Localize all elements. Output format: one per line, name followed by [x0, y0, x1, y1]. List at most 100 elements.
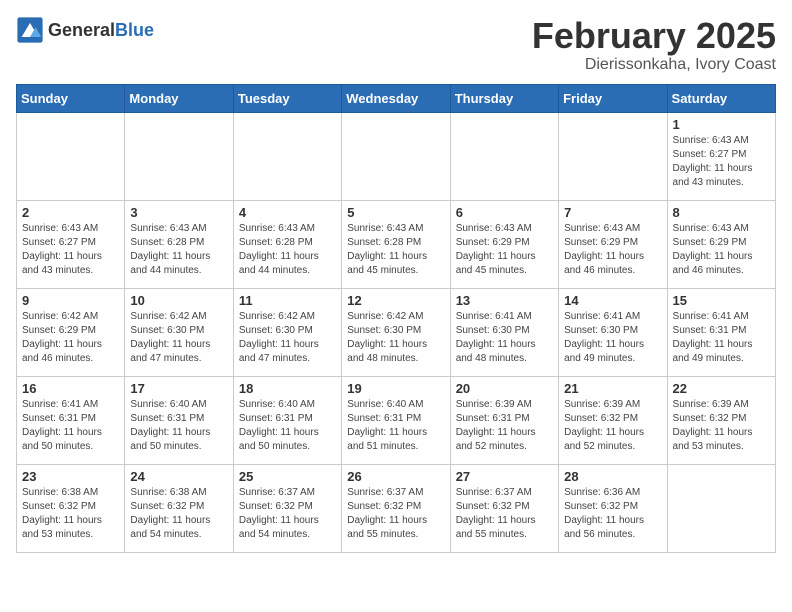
- week-row-2: 9 Sunrise: 6:42 AM Sunset: 6:29 PM Daylig…: [17, 288, 776, 376]
- calendar-cell: 11 Sunrise: 6:42 AM Sunset: 6:30 PM Dayli…: [233, 288, 341, 376]
- calendar-cell: [233, 112, 341, 200]
- day-info: Sunrise: 6:43 AM Sunset: 6:27 PM Dayligh…: [673, 134, 770, 190]
- day-info: Sunrise: 6:40 AM Sunset: 6:31 PM Dayligh…: [130, 398, 227, 454]
- day-number: 27: [456, 469, 553, 484]
- day-info: Sunrise: 6:41 AM Sunset: 6:31 PM Dayligh…: [22, 398, 119, 454]
- day-number: 20: [456, 381, 553, 396]
- day-info: Sunrise: 6:41 AM Sunset: 6:31 PM Dayligh…: [673, 310, 770, 366]
- day-number: 6: [456, 205, 553, 220]
- logo-text-blue: Blue: [115, 20, 154, 41]
- calendar-cell: 21 Sunrise: 6:39 AM Sunset: 6:32 PM Dayli…: [559, 376, 667, 464]
- week-row-0: 1 Sunrise: 6:43 AM Sunset: 6:27 PM Daylig…: [17, 112, 776, 200]
- weekday-header-row: SundayMondayTuesdayWednesdayThursdayFrid…: [17, 84, 776, 112]
- logo-text-general: General: [48, 20, 115, 41]
- calendar-cell: 22 Sunrise: 6:39 AM Sunset: 6:32 PM Dayli…: [667, 376, 775, 464]
- calendar-cell: 12 Sunrise: 6:42 AM Sunset: 6:30 PM Dayli…: [342, 288, 450, 376]
- weekday-header-sunday: Sunday: [17, 84, 125, 112]
- logo: General Blue: [16, 16, 154, 44]
- day-number: 24: [130, 469, 227, 484]
- calendar-cell: 25 Sunrise: 6:37 AM Sunset: 6:32 PM Dayli…: [233, 464, 341, 552]
- calendar-cell: [342, 112, 450, 200]
- day-info: Sunrise: 6:37 AM Sunset: 6:32 PM Dayligh…: [456, 486, 553, 542]
- day-number: 9: [22, 293, 119, 308]
- day-info: Sunrise: 6:39 AM Sunset: 6:31 PM Dayligh…: [456, 398, 553, 454]
- calendar-cell: [17, 112, 125, 200]
- calendar-cell: 28 Sunrise: 6:36 AM Sunset: 6:32 PM Dayli…: [559, 464, 667, 552]
- day-number: 4: [239, 205, 336, 220]
- day-number: 5: [347, 205, 444, 220]
- calendar-cell: 13 Sunrise: 6:41 AM Sunset: 6:30 PM Dayli…: [450, 288, 558, 376]
- day-number: 17: [130, 381, 227, 396]
- day-number: 28: [564, 469, 661, 484]
- day-info: Sunrise: 6:37 AM Sunset: 6:32 PM Dayligh…: [239, 486, 336, 542]
- day-number: 3: [130, 205, 227, 220]
- day-number: 11: [239, 293, 336, 308]
- week-row-3: 16 Sunrise: 6:41 AM Sunset: 6:31 PM Dayli…: [17, 376, 776, 464]
- calendar-cell: [450, 112, 558, 200]
- day-info: Sunrise: 6:42 AM Sunset: 6:30 PM Dayligh…: [130, 310, 227, 366]
- day-info: Sunrise: 6:41 AM Sunset: 6:30 PM Dayligh…: [456, 310, 553, 366]
- calendar-cell: 5 Sunrise: 6:43 AM Sunset: 6:28 PM Daylig…: [342, 200, 450, 288]
- day-info: Sunrise: 6:42 AM Sunset: 6:30 PM Dayligh…: [239, 310, 336, 366]
- calendar-cell: 4 Sunrise: 6:43 AM Sunset: 6:28 PM Daylig…: [233, 200, 341, 288]
- calendar-cell: 24 Sunrise: 6:38 AM Sunset: 6:32 PM Dayli…: [125, 464, 233, 552]
- calendar-cell: 7 Sunrise: 6:43 AM Sunset: 6:29 PM Daylig…: [559, 200, 667, 288]
- weekday-header-saturday: Saturday: [667, 84, 775, 112]
- day-info: Sunrise: 6:42 AM Sunset: 6:29 PM Dayligh…: [22, 310, 119, 366]
- calendar-cell: 27 Sunrise: 6:37 AM Sunset: 6:32 PM Dayli…: [450, 464, 558, 552]
- calendar-cell: 1 Sunrise: 6:43 AM Sunset: 6:27 PM Daylig…: [667, 112, 775, 200]
- day-info: Sunrise: 6:43 AM Sunset: 6:29 PM Dayligh…: [564, 222, 661, 278]
- calendar-cell: [559, 112, 667, 200]
- day-number: 13: [456, 293, 553, 308]
- calendar-cell: [667, 464, 775, 552]
- day-number: 25: [239, 469, 336, 484]
- day-info: Sunrise: 6:40 AM Sunset: 6:31 PM Dayligh…: [347, 398, 444, 454]
- weekday-header-wednesday: Wednesday: [342, 84, 450, 112]
- weekday-header-friday: Friday: [559, 84, 667, 112]
- calendar-cell: 26Sunrise: 6:37 AM Sunset: 6:32 PM Dayli…: [342, 464, 450, 552]
- day-info: Sunrise: 6:39 AM Sunset: 6:32 PM Dayligh…: [673, 398, 770, 454]
- day-number: 23: [22, 469, 119, 484]
- title-area: February 2025 Dierissonkaha, Ivory Coast: [532, 16, 776, 74]
- day-number: 2: [22, 205, 119, 220]
- calendar-cell: 9 Sunrise: 6:42 AM Sunset: 6:29 PM Daylig…: [17, 288, 125, 376]
- logo-icon: [16, 16, 44, 44]
- day-info: Sunrise: 6:43 AM Sunset: 6:28 PM Dayligh…: [239, 222, 336, 278]
- week-row-4: 23 Sunrise: 6:38 AM Sunset: 6:32 PM Dayli…: [17, 464, 776, 552]
- day-info: Sunrise: 6:43 AM Sunset: 6:28 PM Dayligh…: [347, 222, 444, 278]
- day-info: Sunrise: 6:38 AM Sunset: 6:32 PM Dayligh…: [130, 486, 227, 542]
- calendar-cell: 20 Sunrise: 6:39 AM Sunset: 6:31 PM Dayli…: [450, 376, 558, 464]
- calendar-table: SundayMondayTuesdayWednesdayThursdayFrid…: [16, 84, 776, 553]
- day-info: Sunrise: 6:36 AM Sunset: 6:32 PM Dayligh…: [564, 486, 661, 542]
- weekday-header-thursday: Thursday: [450, 84, 558, 112]
- calendar-cell: 16 Sunrise: 6:41 AM Sunset: 6:31 PM Dayli…: [17, 376, 125, 464]
- day-number: 19: [347, 381, 444, 396]
- day-number: 7: [564, 205, 661, 220]
- day-info: Sunrise: 6:43 AM Sunset: 6:29 PM Dayligh…: [456, 222, 553, 278]
- calendar-cell: [125, 112, 233, 200]
- day-info: Sunrise: 6:39 AM Sunset: 6:32 PM Dayligh…: [564, 398, 661, 454]
- day-info: Sunrise: 6:42 AM Sunset: 6:30 PM Dayligh…: [347, 310, 444, 366]
- day-number: 12: [347, 293, 444, 308]
- calendar-cell: 15 Sunrise: 6:41 AM Sunset: 6:31 PM Dayli…: [667, 288, 775, 376]
- calendar-cell: 2 Sunrise: 6:43 AM Sunset: 6:27 PM Daylig…: [17, 200, 125, 288]
- day-number: 14: [564, 293, 661, 308]
- day-number: 16: [22, 381, 119, 396]
- weekday-header-tuesday: Tuesday: [233, 84, 341, 112]
- day-number: 22: [673, 381, 770, 396]
- day-number: 26: [347, 469, 444, 484]
- calendar-cell: 17 Sunrise: 6:40 AM Sunset: 6:31 PM Dayli…: [125, 376, 233, 464]
- location-title: Dierissonkaha, Ivory Coast: [532, 56, 776, 74]
- calendar-cell: 14Sunrise: 6:41 AM Sunset: 6:30 PM Dayli…: [559, 288, 667, 376]
- calendar-cell: 8Sunrise: 6:43 AM Sunset: 6:29 PM Daylig…: [667, 200, 775, 288]
- day-info: Sunrise: 6:40 AM Sunset: 6:31 PM Dayligh…: [239, 398, 336, 454]
- calendar-cell: 3Sunrise: 6:43 AM Sunset: 6:28 PM Daylig…: [125, 200, 233, 288]
- day-number: 21: [564, 381, 661, 396]
- week-row-1: 2 Sunrise: 6:43 AM Sunset: 6:27 PM Daylig…: [17, 200, 776, 288]
- calendar-cell: 6 Sunrise: 6:43 AM Sunset: 6:29 PM Daylig…: [450, 200, 558, 288]
- day-number: 8: [673, 205, 770, 220]
- day-number: 1: [673, 117, 770, 132]
- calendar-cell: 19 Sunrise: 6:40 AM Sunset: 6:31 PM Dayli…: [342, 376, 450, 464]
- day-number: 15: [673, 293, 770, 308]
- day-info: Sunrise: 6:43 AM Sunset: 6:27 PM Dayligh…: [22, 222, 119, 278]
